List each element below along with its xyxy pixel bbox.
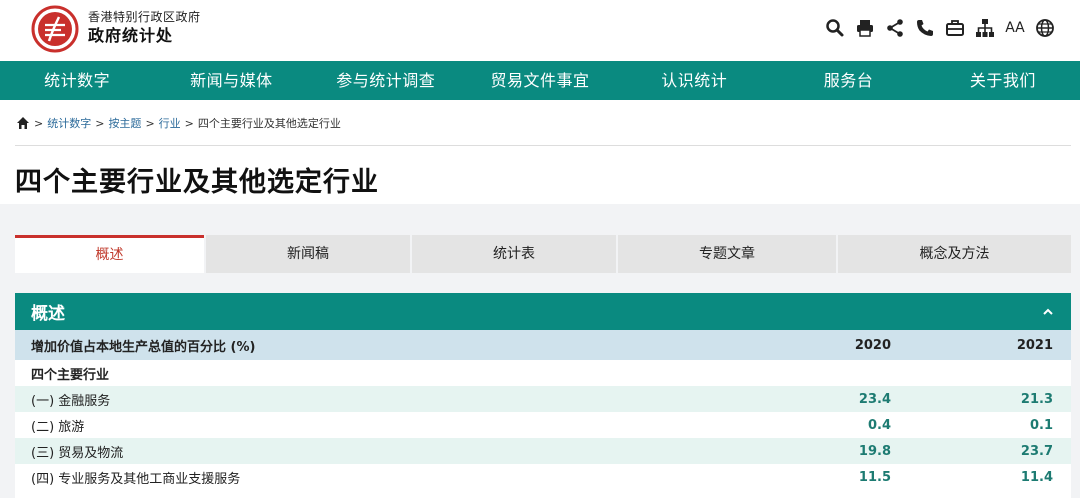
site-header: 香港特别行政区政府 政府统计处 AA: [0, 0, 1080, 61]
table-row: (四) 专业服务及其他工商业支援服务 11.5 11.4: [15, 464, 1071, 490]
search-icon[interactable]: [824, 17, 846, 39]
breadcrumb-statistics[interactable]: 统计数字: [47, 115, 91, 131]
panel-title: 概述: [31, 304, 65, 324]
overview-panel: 概述 增加价值占本地生产总值的百分比 (%) 2020 2021 四个主要行业 …: [15, 293, 1071, 498]
nav-surveys[interactable]: 参与统计调查: [309, 61, 463, 100]
table-group-row: 四个主要行业: [15, 360, 1071, 386]
breadcrumb-industry[interactable]: 行业: [159, 115, 181, 131]
nav-trade-documents[interactable]: 贸易文件事宜: [463, 61, 617, 100]
table-row: (三) 贸易及物流 19.8 23.7: [15, 438, 1071, 464]
nav-statistics[interactable]: 统计数字: [0, 61, 154, 100]
table-row: (二) 旅游 0.4 0.1: [15, 412, 1071, 438]
divider: [15, 145, 1071, 146]
breadcrumb-separator: >: [184, 116, 194, 130]
tab-statistical-tables[interactable]: 统计表: [412, 235, 616, 273]
row-value-2020: 23.4: [858, 391, 891, 407]
table-header-row: 增加价值占本地生产总值的百分比 (%) 2020 2021: [15, 330, 1071, 360]
tab-feature-articles[interactable]: 专题文章: [618, 235, 836, 273]
nav-news-media[interactable]: 新闻与媒体: [154, 61, 308, 100]
row-value-2020: 19.8: [858, 443, 891, 459]
row-label: (四) 专业服务及其他工商业支援服务: [31, 471, 241, 487]
tab-overview[interactable]: 概述: [15, 235, 204, 273]
row-label: (三) 贸易及物流: [31, 445, 124, 461]
row-value-2020: 11.5: [858, 469, 891, 485]
page-title: 四个主要行业及其他选定行业: [15, 167, 379, 198]
sitemap-icon[interactable]: [974, 17, 996, 39]
table-header-2021: 2021: [1016, 337, 1053, 353]
org-title: 政府统计处: [88, 26, 174, 45]
breadcrumb-current: 四个主要行业及其他选定行业: [197, 117, 341, 130]
row-value-2021: 11.4: [1020, 469, 1053, 485]
tab-concepts-methods[interactable]: 概念及方法: [838, 235, 1071, 273]
breadcrumb-separator: >: [145, 116, 155, 130]
main-nav: 统计数字 新闻与媒体 参与统计调查 贸易文件事宜 认识统计 服务台 关于我们: [0, 61, 1080, 100]
breadcrumb-by-subject[interactable]: 按主题: [108, 115, 141, 131]
globe-icon[interactable]: [1034, 17, 1056, 39]
home-icon[interactable]: [16, 116, 30, 130]
org-name[interactable]: 香港特别行政区政府 政府统计处: [88, 10, 201, 47]
row-label: (二) 旅游: [31, 419, 85, 435]
nav-service-desk[interactable]: 服务台: [771, 61, 925, 100]
briefcase-icon[interactable]: [944, 17, 966, 39]
row-label: (一) 金融服务: [31, 393, 111, 409]
tab-bar: 概述 新闻稿 统计表 专题文章 概念及方法: [15, 235, 1071, 273]
gov-logo[interactable]: [31, 5, 79, 53]
table-header-label: 增加价值占本地生产总值的百分比 (%): [31, 339, 256, 355]
tab-press-releases[interactable]: 新闻稿: [206, 235, 410, 273]
row-value-2021: 21.3: [1020, 391, 1053, 407]
panel-header[interactable]: 概述: [15, 293, 1071, 330]
nav-learn-statistics[interactable]: 认识统计: [617, 61, 771, 100]
table-row: (一) 金融服务 23.4 21.3: [15, 386, 1071, 412]
font-size-icon[interactable]: AA: [1004, 17, 1026, 39]
row-value-2020: 0.4: [867, 417, 891, 433]
row-value-2021: 0.1: [1029, 417, 1053, 433]
table-header-2020: 2020: [854, 337, 891, 353]
header-tools: AA: [824, 17, 1056, 39]
row-value-2021: 23.7: [1020, 443, 1053, 459]
print-icon[interactable]: [854, 17, 876, 39]
group-label: 四个主要行业: [31, 367, 110, 383]
share-icon[interactable]: [884, 17, 906, 39]
nav-about-us[interactable]: 关于我们: [926, 61, 1080, 100]
data-table: 增加价值占本地生产总值的百分比 (%) 2020 2021 四个主要行业 (一)…: [15, 330, 1071, 490]
phone-icon[interactable]: [914, 17, 936, 39]
breadcrumb-separator: >: [95, 116, 105, 130]
breadcrumb: > 统计数字 > 按主题 > 行业 > 四个主要行业及其他选定行业: [16, 115, 341, 131]
org-subtitle: 香港特别行政区政府: [88, 10, 201, 24]
chevron-up-icon[interactable]: [1041, 305, 1055, 319]
breadcrumb-separator: >: [34, 116, 44, 130]
